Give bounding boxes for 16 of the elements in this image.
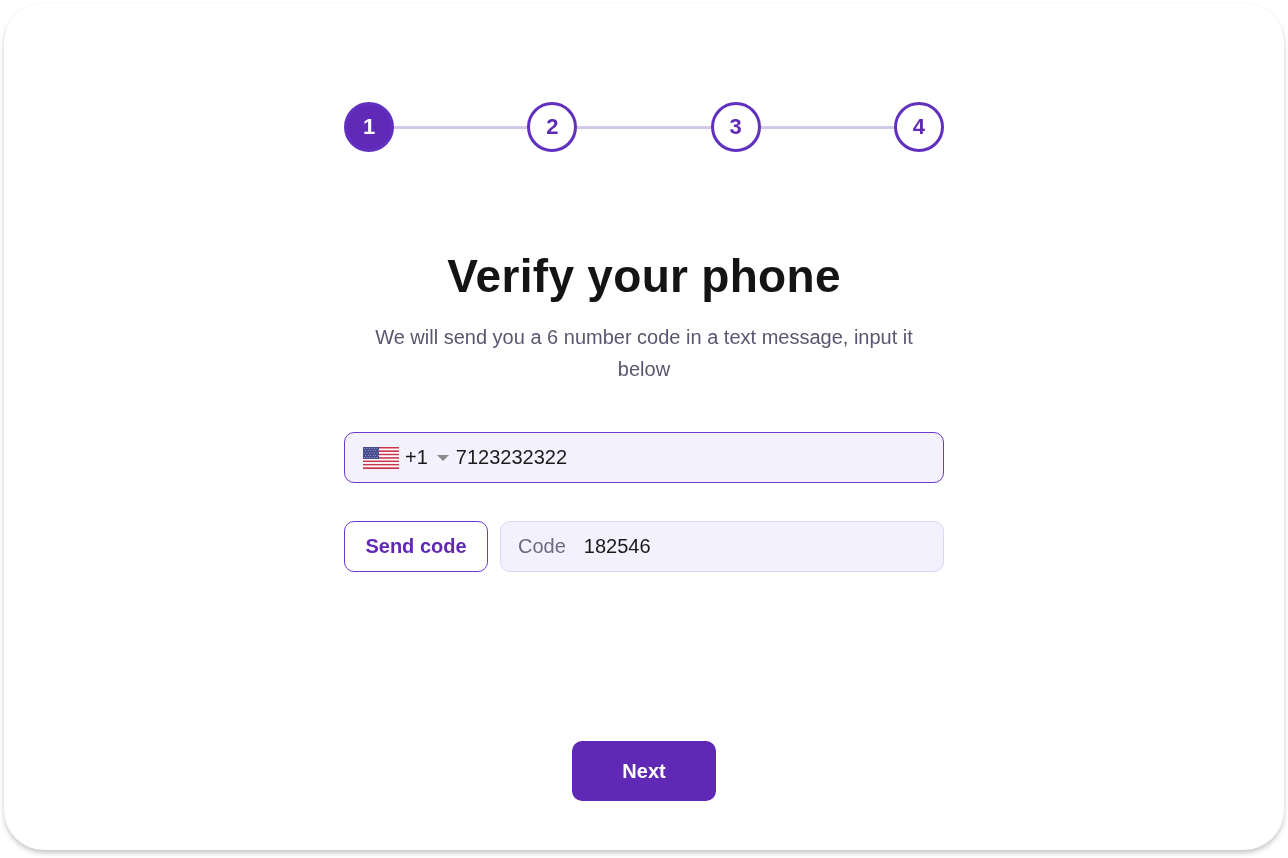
step-indicator[interactable]: 3 (710, 102, 761, 152)
country-code: +1 (405, 446, 428, 469)
code-label: Code (518, 535, 566, 558)
instruction-text: We will send you a 6 number code in a text message, input it below (374, 325, 914, 382)
send-code-button[interactable]: Send code (344, 521, 488, 572)
page-heading: Verify your phone (446, 249, 842, 304)
phone-number-value: 7123232322 (455, 446, 568, 469)
phone-input-field[interactable]: +1 7123232322 (344, 432, 944, 483)
code-value: 182546 (583, 535, 651, 558)
step-indicator[interactable]: 4 (894, 102, 944, 152)
code-input-field[interactable]: Code 182546 (500, 521, 944, 572)
caret-icon (436, 454, 449, 461)
step-indicator[interactable]: 2 (527, 102, 578, 152)
step-indicator[interactable]: 1 (344, 102, 394, 152)
next-button[interactable]: Next (572, 741, 716, 801)
flag-icon (363, 446, 399, 469)
